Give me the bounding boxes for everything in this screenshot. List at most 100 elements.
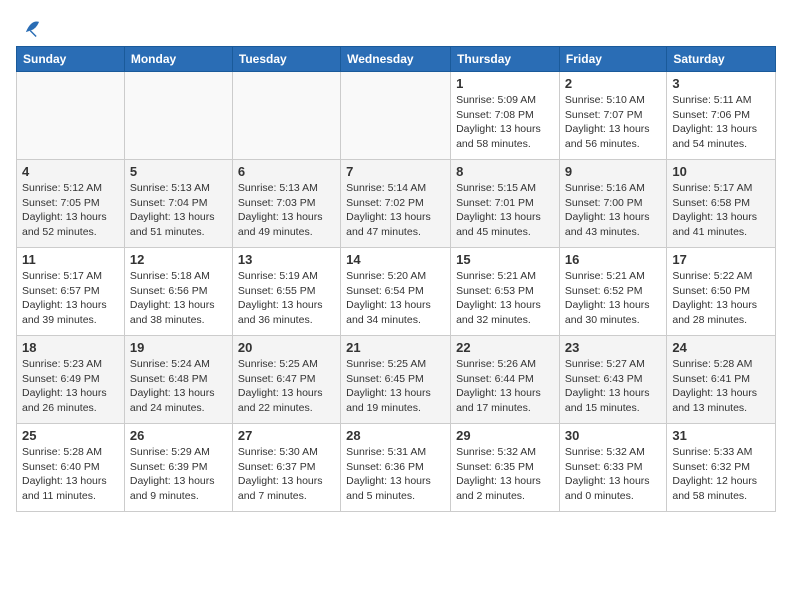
calendar-cell: 21Sunrise: 5:25 AM Sunset: 6:45 PM Dayli… (341, 336, 451, 424)
day-info: Sunrise: 5:25 AM Sunset: 6:45 PM Dayligh… (346, 357, 445, 416)
calendar-header-thursday: Thursday (451, 47, 560, 72)
calendar-cell: 18 Sunrise: 5:23 AM Sunset: 6:49 PM Dayli… (17, 336, 125, 424)
calendar-cell (17, 72, 125, 160)
day-number: 23 (565, 340, 661, 355)
calendar-header-monday: Monday (124, 47, 232, 72)
day-info: Sunrise: 5:21 AM Sunset: 6:52 PM Dayligh… (565, 269, 661, 328)
day-info: Sunrise: 5:27 AM Sunset: 6:43 PM Dayligh… (565, 357, 661, 416)
calendar-week-row: 4 Sunrise: 5:12 AM Sunset: 7:05 PM Daylig… (17, 160, 776, 248)
day-number: 7 (346, 164, 445, 179)
day-number: 4 (22, 164, 119, 179)
calendar-cell: 4 Sunrise: 5:12 AM Sunset: 7:05 PM Daylig… (17, 160, 125, 248)
calendar-week-row: 1Sunrise: 5:09 AM Sunset: 7:08 PM Daylig… (17, 72, 776, 160)
calendar-table: SundayMondayTuesdayWednesdayThursdayFrid… (16, 46, 776, 512)
calendar-week-row: 25 Sunrise: 5:28 AM Sunset: 6:40 PM Dayli… (17, 424, 776, 512)
logo (16, 16, 42, 38)
calendar-week-row: 11 Sunrise: 5:17 AM Sunset: 6:57 PM Dayli… (17, 248, 776, 336)
calendar-header-wednesday: Wednesday (341, 47, 451, 72)
calendar-cell: 3 Sunrise: 5:11 AM Sunset: 7:06 PM Daylig… (667, 72, 776, 160)
day-info: Sunrise: 5:28 AM Sunset: 6:40 PM Dayligh… (22, 445, 119, 504)
calendar-cell: 14 Sunrise: 5:20 AM Sunset: 6:54 PM Dayli… (341, 248, 451, 336)
day-info: Sunrise: 5:16 AM Sunset: 7:00 PM Dayligh… (565, 181, 661, 240)
calendar-cell: 11 Sunrise: 5:17 AM Sunset: 6:57 PM Dayli… (17, 248, 125, 336)
calendar-cell: 17Sunrise: 5:22 AM Sunset: 6:50 PM Dayli… (667, 248, 776, 336)
day-info: Sunrise: 5:13 AM Sunset: 7:03 PM Dayligh… (238, 181, 335, 240)
day-info: Sunrise: 5:30 AM Sunset: 6:37 PM Dayligh… (238, 445, 335, 504)
page-header (16, 16, 776, 38)
calendar-cell: 27 Sunrise: 5:30 AM Sunset: 6:37 PM Dayli… (232, 424, 340, 512)
day-number: 16 (565, 252, 661, 267)
calendar-cell: 19 Sunrise: 5:24 AM Sunset: 6:48 PM Dayli… (124, 336, 232, 424)
calendar-cell: 7Sunrise: 5:14 AM Sunset: 7:02 PM Daylig… (341, 160, 451, 248)
day-number: 18 (22, 340, 119, 355)
day-number: 28 (346, 428, 445, 443)
day-number: 22 (456, 340, 554, 355)
calendar-cell: 1Sunrise: 5:09 AM Sunset: 7:08 PM Daylig… (451, 72, 560, 160)
day-number: 31 (672, 428, 770, 443)
day-info: Sunrise: 5:11 AM Sunset: 7:06 PM Dayligh… (672, 93, 770, 152)
day-info: Sunrise: 5:09 AM Sunset: 7:08 PM Dayligh… (456, 93, 554, 152)
calendar-cell: 12 Sunrise: 5:18 AM Sunset: 6:56 PM Dayli… (124, 248, 232, 336)
calendar-cell: 20 Sunrise: 5:25 AM Sunset: 6:47 PM Dayli… (232, 336, 340, 424)
day-number: 19 (130, 340, 227, 355)
day-info: Sunrise: 5:26 AM Sunset: 6:44 PM Dayligh… (456, 357, 554, 416)
calendar-body: 1Sunrise: 5:09 AM Sunset: 7:08 PM Daylig… (17, 72, 776, 512)
day-info: Sunrise: 5:21 AM Sunset: 6:53 PM Dayligh… (456, 269, 554, 328)
calendar-header-tuesday: Tuesday (232, 47, 340, 72)
day-number: 27 (238, 428, 335, 443)
calendar-cell: 29 Sunrise: 5:32 AM Sunset: 6:35 PM Dayli… (451, 424, 560, 512)
calendar-cell: 30Sunrise: 5:32 AM Sunset: 6:33 PM Dayli… (559, 424, 666, 512)
calendar-cell: 24Sunrise: 5:28 AM Sunset: 6:41 PM Dayli… (667, 336, 776, 424)
calendar-cell: 2 Sunrise: 5:10 AM Sunset: 7:07 PM Daylig… (559, 72, 666, 160)
day-number: 6 (238, 164, 335, 179)
calendar-header-sunday: Sunday (17, 47, 125, 72)
day-info: Sunrise: 5:33 AM Sunset: 6:32 PM Dayligh… (672, 445, 770, 504)
calendar-cell: 10 Sunrise: 5:17 AM Sunset: 6:58 PM Dayli… (667, 160, 776, 248)
calendar-cell (124, 72, 232, 160)
day-info: Sunrise: 5:22 AM Sunset: 6:50 PM Dayligh… (672, 269, 770, 328)
calendar-cell: 26 Sunrise: 5:29 AM Sunset: 6:39 PM Dayli… (124, 424, 232, 512)
day-info: Sunrise: 5:20 AM Sunset: 6:54 PM Dayligh… (346, 269, 445, 328)
day-info: Sunrise: 5:29 AM Sunset: 6:39 PM Dayligh… (130, 445, 227, 504)
day-info: Sunrise: 5:19 AM Sunset: 6:55 PM Dayligh… (238, 269, 335, 328)
day-info: Sunrise: 5:32 AM Sunset: 6:35 PM Dayligh… (456, 445, 554, 504)
day-info: Sunrise: 5:18 AM Sunset: 6:56 PM Dayligh… (130, 269, 227, 328)
day-number: 5 (130, 164, 227, 179)
calendar-header-saturday: Saturday (667, 47, 776, 72)
day-number: 14 (346, 252, 445, 267)
calendar-cell: 9 Sunrise: 5:16 AM Sunset: 7:00 PM Daylig… (559, 160, 666, 248)
calendar-header-friday: Friday (559, 47, 666, 72)
calendar-cell: 22 Sunrise: 5:26 AM Sunset: 6:44 PM Dayli… (451, 336, 560, 424)
day-number: 12 (130, 252, 227, 267)
calendar-cell: 28 Sunrise: 5:31 AM Sunset: 6:36 PM Dayli… (341, 424, 451, 512)
day-number: 2 (565, 76, 661, 91)
day-number: 26 (130, 428, 227, 443)
day-number: 24 (672, 340, 770, 355)
day-number: 10 (672, 164, 770, 179)
calendar-cell (341, 72, 451, 160)
day-info: Sunrise: 5:31 AM Sunset: 6:36 PM Dayligh… (346, 445, 445, 504)
day-number: 15 (456, 252, 554, 267)
day-info: Sunrise: 5:25 AM Sunset: 6:47 PM Dayligh… (238, 357, 335, 416)
day-info: Sunrise: 5:10 AM Sunset: 7:07 PM Dayligh… (565, 93, 661, 152)
calendar-header-row: SundayMondayTuesdayWednesdayThursdayFrid… (17, 47, 776, 72)
day-number: 29 (456, 428, 554, 443)
day-number: 3 (672, 76, 770, 91)
day-info: Sunrise: 5:23 AM Sunset: 6:49 PM Dayligh… (22, 357, 119, 416)
day-info: Sunrise: 5:24 AM Sunset: 6:48 PM Dayligh… (130, 357, 227, 416)
day-number: 9 (565, 164, 661, 179)
day-number: 13 (238, 252, 335, 267)
day-number: 25 (22, 428, 119, 443)
calendar-cell: 25 Sunrise: 5:28 AM Sunset: 6:40 PM Dayli… (17, 424, 125, 512)
day-number: 20 (238, 340, 335, 355)
day-info: Sunrise: 5:17 AM Sunset: 6:57 PM Dayligh… (22, 269, 119, 328)
day-number: 8 (456, 164, 554, 179)
calendar-cell: 23 Sunrise: 5:27 AM Sunset: 6:43 PM Dayli… (559, 336, 666, 424)
calendar-cell: 15 Sunrise: 5:21 AM Sunset: 6:53 PM Dayli… (451, 248, 560, 336)
calendar-cell: 8Sunrise: 5:15 AM Sunset: 7:01 PM Daylig… (451, 160, 560, 248)
day-info: Sunrise: 5:17 AM Sunset: 6:58 PM Dayligh… (672, 181, 770, 240)
day-number: 30 (565, 428, 661, 443)
logo-icon (20, 16, 42, 38)
day-number: 11 (22, 252, 119, 267)
day-info: Sunrise: 5:12 AM Sunset: 7:05 PM Dayligh… (22, 181, 119, 240)
